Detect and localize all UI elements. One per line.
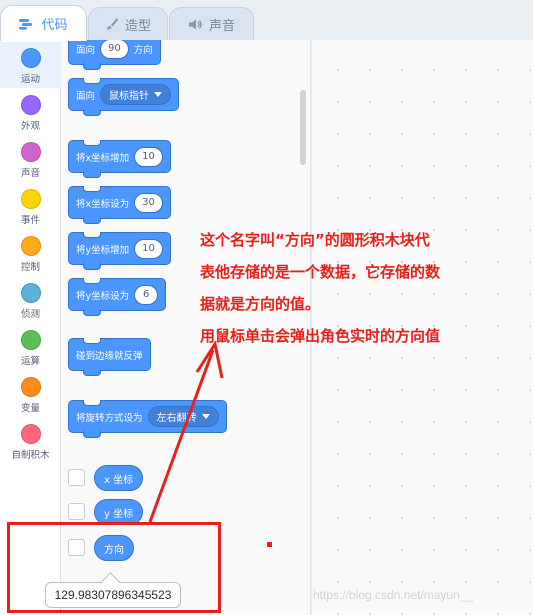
dropdown-value: 左右翻转 — [156, 413, 197, 424]
annotation-dot — [267, 542, 272, 547]
annotation-text: 这个名字叫“方向”的圆形积木块代 表他存储的是一个数据，它存储的数 据就是方向的… — [200, 224, 520, 352]
reporter-label: y 坐标 — [104, 508, 134, 520]
category-label: 声音 — [20, 168, 40, 179]
block-label: 将y坐标增加 — [76, 244, 130, 256]
x-position-checkbox[interactable] — [68, 469, 85, 486]
category-color-dot — [20, 236, 41, 256]
set-x-block[interactable]: 将x坐标设为 30 — [68, 186, 171, 224]
tab-code-label: 代码 — [41, 18, 68, 33]
category-label: 侦测 — [20, 309, 40, 320]
annotation-line: 表他存储的是一个数据，它存储的数 — [200, 263, 441, 281]
block-label-suffix: 方向 — [133, 44, 153, 56]
tab-sounds-label: 声音 — [208, 18, 235, 34]
direction-value-bubble: 129.98307896345523 — [45, 582, 181, 608]
category-my-blocks[interactable]: 自制积木 — [0, 424, 61, 461]
point-towards-dropdown[interactable]: 鼠标指针 — [100, 84, 172, 105]
reporter-label: x 坐标 — [104, 474, 134, 486]
block-label: 面向 — [76, 90, 96, 102]
category-motion[interactable]: 运动 — [0, 42, 61, 88]
change-x-input[interactable]: 10 — [134, 146, 163, 167]
block-label: 将旋转方式设为 — [76, 412, 143, 424]
set-y-input[interactable]: 6 — [134, 284, 159, 305]
block-label: 将x坐标增加 — [76, 152, 130, 164]
category-color-dot — [20, 330, 41, 350]
annotation-line: 据就是方向的值。 — [200, 295, 321, 313]
editor-tabs: 代码 造型 声音 — [0, 0, 533, 41]
category-color-dot — [20, 95, 41, 115]
chevron-down-icon — [201, 414, 210, 419]
category-color-dot — [20, 377, 41, 397]
block-label: 碰到边缘就反弹 — [76, 350, 143, 362]
x-position-reporter[interactable]: x 坐标 — [94, 465, 144, 491]
watermark: https://blog.csdn.net/mayun__ — [313, 588, 474, 602]
point-in-direction-block[interactable]: 面向 90 方向 — [68, 40, 161, 70]
category-events[interactable]: 事件 — [0, 189, 61, 226]
tab-costumes-label: 造型 — [124, 18, 151, 34]
category-label: 外观 — [20, 121, 40, 132]
category-sensing[interactable]: 侦测 — [0, 283, 61, 320]
tab-code[interactable]: 代码 — [0, 5, 87, 41]
palette-scrollbar[interactable] — [300, 90, 306, 165]
category-label: 运算 — [20, 356, 40, 367]
category-color-dot — [20, 283, 41, 303]
speaker-icon — [188, 18, 203, 31]
category-color-dot — [20, 189, 41, 209]
annotation-line: 用鼠标单击会弹出角色实时的方向值 — [200, 327, 441, 345]
bounce-on-edge-block[interactable]: 碰到边缘就反弹 — [68, 338, 151, 376]
brush-icon — [105, 17, 119, 31]
chevron-down-icon — [154, 92, 163, 97]
category-label: 控制 — [20, 262, 40, 273]
annotation-line: 这个名字叫“方向”的圆形积木块代 — [200, 231, 430, 249]
set-y-block[interactable]: 将y坐标设为 6 — [68, 278, 167, 316]
block-label: 将x坐标设为 — [76, 198, 130, 210]
block-label: 面向 — [76, 44, 96, 56]
rotation-style-dropdown[interactable]: 左右翻转 — [147, 406, 219, 427]
tab-costumes[interactable]: 造型 — [88, 7, 168, 40]
change-x-block[interactable]: 将x坐标增加 10 — [68, 140, 171, 178]
change-y-block[interactable]: 将y坐标增加 10 — [68, 232, 171, 270]
category-label: 变量 — [20, 403, 40, 414]
change-y-input[interactable]: 10 — [134, 238, 163, 259]
direction-value: 129.98307896345523 — [54, 588, 172, 602]
dropdown-value: 鼠标指针 — [109, 91, 150, 102]
block-label: 将y坐标设为 — [76, 290, 130, 302]
category-variables[interactable]: 变量 — [0, 377, 61, 414]
tab-sounds[interactable]: 声音 — [169, 7, 254, 40]
point-towards-block[interactable]: 面向 鼠标指针 — [68, 78, 180, 116]
category-label: 事件 — [20, 215, 40, 226]
code-icon — [19, 18, 35, 30]
category-color-dot — [20, 424, 41, 444]
category-sound[interactable]: 声音 — [0, 142, 61, 179]
set-rotation-style-block[interactable]: 将旋转方式设为 左右翻转 — [68, 400, 227, 438]
category-color-dot — [20, 142, 41, 162]
category-looks[interactable]: 外观 — [0, 95, 61, 132]
category-control[interactable]: 控制 — [0, 236, 61, 273]
set-x-input[interactable]: 30 — [134, 192, 163, 213]
y-position-checkbox[interactable] — [68, 503, 85, 520]
direction-input[interactable]: 90 — [100, 40, 129, 59]
category-label: 自制积木 — [11, 450, 50, 461]
category-operators[interactable]: 运算 — [0, 330, 61, 367]
category-label: 运动 — [20, 74, 40, 85]
category-color-dot — [20, 48, 41, 68]
